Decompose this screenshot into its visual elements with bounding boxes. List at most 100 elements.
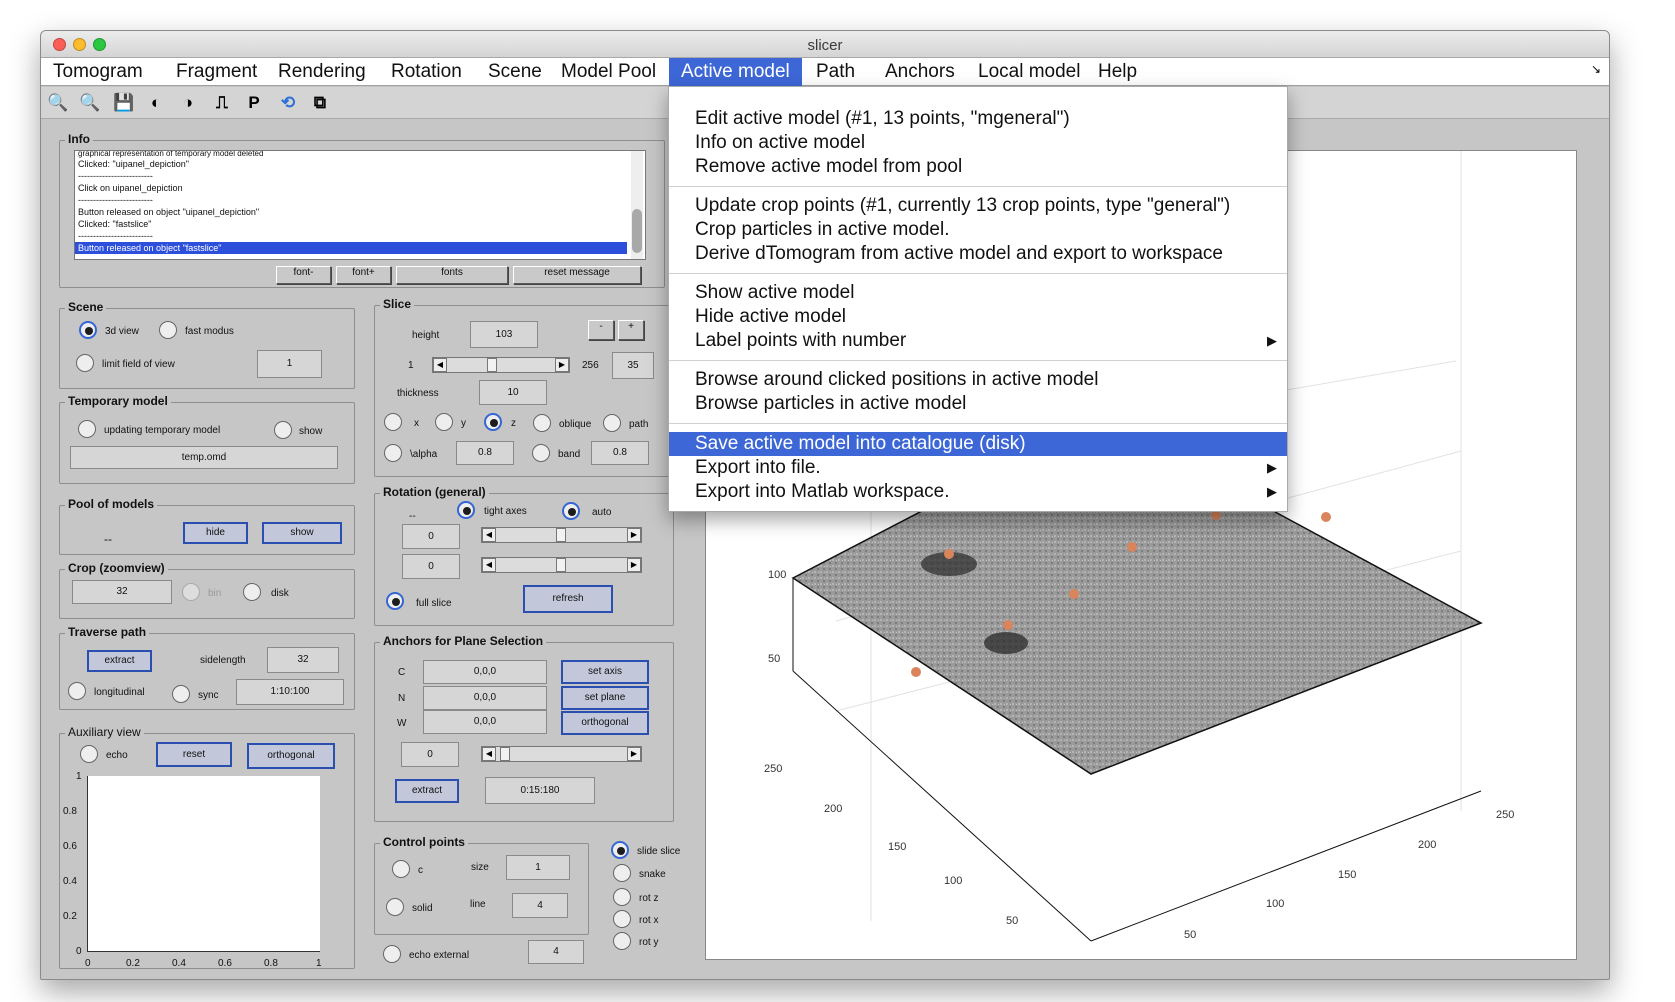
- crop-bin-radio[interactable]: [182, 583, 200, 601]
- anchor-orthogonal-button[interactable]: orthogonal: [561, 711, 649, 735]
- anchor-w-input[interactable]: 0,0,0: [423, 710, 547, 734]
- updating-temp-radio[interactable]: [78, 420, 96, 438]
- menu-model-pool[interactable]: Model Pool: [549, 58, 668, 86]
- line-input[interactable]: 4: [512, 893, 568, 918]
- menu-local-model[interactable]: Local model: [966, 58, 1092, 86]
- slice-minus-button[interactable]: -: [588, 320, 614, 340]
- snake-radio[interactable]: [613, 864, 631, 882]
- export-file-item[interactable]: Export into file. ▶: [669, 456, 1287, 480]
- alpha-input[interactable]: 0.8: [456, 441, 514, 465]
- control-c-radio[interactable]: [392, 860, 410, 878]
- slider-thumb[interactable]: [487, 358, 497, 372]
- temp-show-radio[interactable]: [274, 421, 292, 439]
- rotation-slider-2[interactable]: ◀ ▶: [481, 557, 642, 573]
- thickness-input[interactable]: 10: [479, 380, 547, 405]
- slice-slider[interactable]: ◀ ▶: [432, 357, 570, 373]
- rotate-icon[interactable]: ⟲: [277, 92, 299, 114]
- anchor-extract-button[interactable]: extract: [395, 779, 459, 803]
- longitudinal-radio[interactable]: [68, 682, 86, 700]
- aux-orthogonal-button[interactable]: orthogonal: [247, 743, 335, 769]
- arrow-right-icon[interactable]: ▶: [627, 747, 641, 761]
- save-icon[interactable]: 💾: [113, 92, 135, 114]
- arrow-left-icon[interactable]: ◀: [482, 528, 496, 542]
- reset-message-button[interactable]: reset message: [513, 266, 641, 284]
- full-slice-radio[interactable]: [386, 592, 404, 610]
- tight-axes-radio[interactable]: [457, 501, 475, 519]
- echo-external-radio[interactable]: [383, 945, 401, 963]
- size-input[interactable]: 1: [506, 855, 570, 880]
- limit-field-radio[interactable]: [76, 354, 94, 372]
- arrow-right-icon[interactable]: ▶: [627, 558, 641, 572]
- sync-radio[interactable]: [172, 685, 190, 703]
- slide-slice-radio[interactable]: [611, 841, 629, 859]
- anchor-c-input[interactable]: 0,0,0: [423, 660, 547, 684]
- menu-scene[interactable]: Scene: [476, 58, 554, 86]
- set-axis-button[interactable]: set axis: [561, 660, 649, 684]
- derive-dtomogram-item[interactable]: Derive dTomogram from active model and e…: [669, 242, 1287, 266]
- info-log[interactable]: graphical representation of temporary mo…: [74, 150, 646, 260]
- arrow-left-icon[interactable]: ◀: [482, 558, 496, 572]
- save-active-model-item[interactable]: Save active model into catalogue (disk): [669, 432, 1287, 456]
- copy-icon[interactable]: ⧉: [309, 92, 331, 114]
- rot-z-radio[interactable]: [613, 888, 631, 906]
- info-active-model-item[interactable]: Info on active model: [669, 131, 1287, 155]
- menu-rendering[interactable]: Rendering: [266, 58, 378, 86]
- remove-active-model-item[interactable]: Remove active model from pool: [669, 155, 1287, 179]
- menu-anchors[interactable]: Anchors: [873, 58, 967, 86]
- slice-plus-button[interactable]: +: [618, 320, 644, 340]
- menu-help[interactable]: Help: [1086, 58, 1149, 86]
- crop-particles-item[interactable]: Crop particles in active model.: [669, 218, 1287, 242]
- slider-thumb[interactable]: [556, 528, 566, 542]
- export-matlab-item[interactable]: Export into Matlab workspace. ▶: [669, 480, 1287, 504]
- anchor-slider[interactable]: ◀ ▶: [481, 746, 642, 762]
- y-radio[interactable]: [435, 413, 453, 431]
- alpha-radio[interactable]: [384, 444, 402, 462]
- font-plus-button[interactable]: font+: [336, 266, 391, 284]
- band-input[interactable]: 0.8: [591, 441, 649, 465]
- hide-active-model-item[interactable]: Hide active model: [669, 305, 1287, 329]
- font-minus-button[interactable]: font-: [276, 266, 331, 284]
- 3d-view-radio[interactable]: [79, 321, 97, 339]
- temp-file-input[interactable]: temp.omd: [70, 446, 338, 469]
- menu-fragment[interactable]: Fragment: [164, 58, 269, 86]
- traverse-extract-button[interactable]: extract: [87, 650, 152, 672]
- pool-show-button[interactable]: show: [262, 522, 342, 544]
- p-icon[interactable]: P: [243, 92, 265, 114]
- label-points-item[interactable]: Label points with number ▶: [669, 329, 1287, 353]
- auto-radio[interactable]: [562, 502, 580, 520]
- rot-y-radio[interactable]: [613, 932, 631, 950]
- fonts-button[interactable]: fonts: [396, 266, 508, 284]
- zoom-in-icon[interactable]: 🔍: [47, 92, 69, 114]
- fast-modus-radio[interactable]: [159, 321, 177, 339]
- band-radio[interactable]: [532, 444, 550, 462]
- set-plane-button[interactable]: set plane: [561, 686, 649, 710]
- crop-disk-radio[interactable]: [243, 583, 261, 601]
- rotation-input-2[interactable]: 0: [402, 554, 460, 579]
- show-active-model-item[interactable]: Show active model: [669, 281, 1287, 305]
- anchor-angle-input[interactable]: 0: [401, 742, 459, 767]
- zoom-out-icon[interactable]: 🔍: [79, 92, 101, 114]
- z-radio[interactable]: [484, 413, 502, 431]
- browse-particles-item[interactable]: Browse particles in active model: [669, 392, 1287, 416]
- update-crop-points-item[interactable]: Update crop points (#1, currently 13 cro…: [669, 194, 1287, 218]
- menu-tomogram[interactable]: Tomogram: [41, 58, 155, 86]
- height-input[interactable]: 103: [470, 321, 538, 348]
- arrow-right-icon[interactable]: ▶: [627, 528, 641, 542]
- sidelength-input[interactable]: 32: [267, 647, 339, 673]
- aux-reset-button[interactable]: reset: [156, 742, 232, 767]
- slice-current-input[interactable]: 35: [612, 352, 654, 379]
- arrow-right-icon[interactable]: ▶: [555, 358, 569, 372]
- arrow-left-icon[interactable]: ◀: [433, 358, 447, 372]
- rotation-input-1[interactable]: 0: [402, 524, 460, 549]
- traverse-range-input[interactable]: 1:10:100: [236, 679, 344, 705]
- oblique-radio[interactable]: [533, 414, 551, 432]
- path-radio[interactable]: [603, 414, 621, 432]
- contrast2-icon[interactable]: ◑: [177, 92, 199, 114]
- edit-active-model-item[interactable]: Edit active model (#1, 13 points, "mgene…: [669, 107, 1287, 131]
- slider-thumb[interactable]: [500, 747, 510, 761]
- contrast-icon[interactable]: ◐: [145, 92, 167, 114]
- refresh-button[interactable]: refresh: [523, 585, 613, 613]
- limit-field-input[interactable]: 1: [257, 350, 322, 378]
- log-scrollbar[interactable]: [631, 151, 643, 259]
- slider-thumb[interactable]: [556, 558, 566, 572]
